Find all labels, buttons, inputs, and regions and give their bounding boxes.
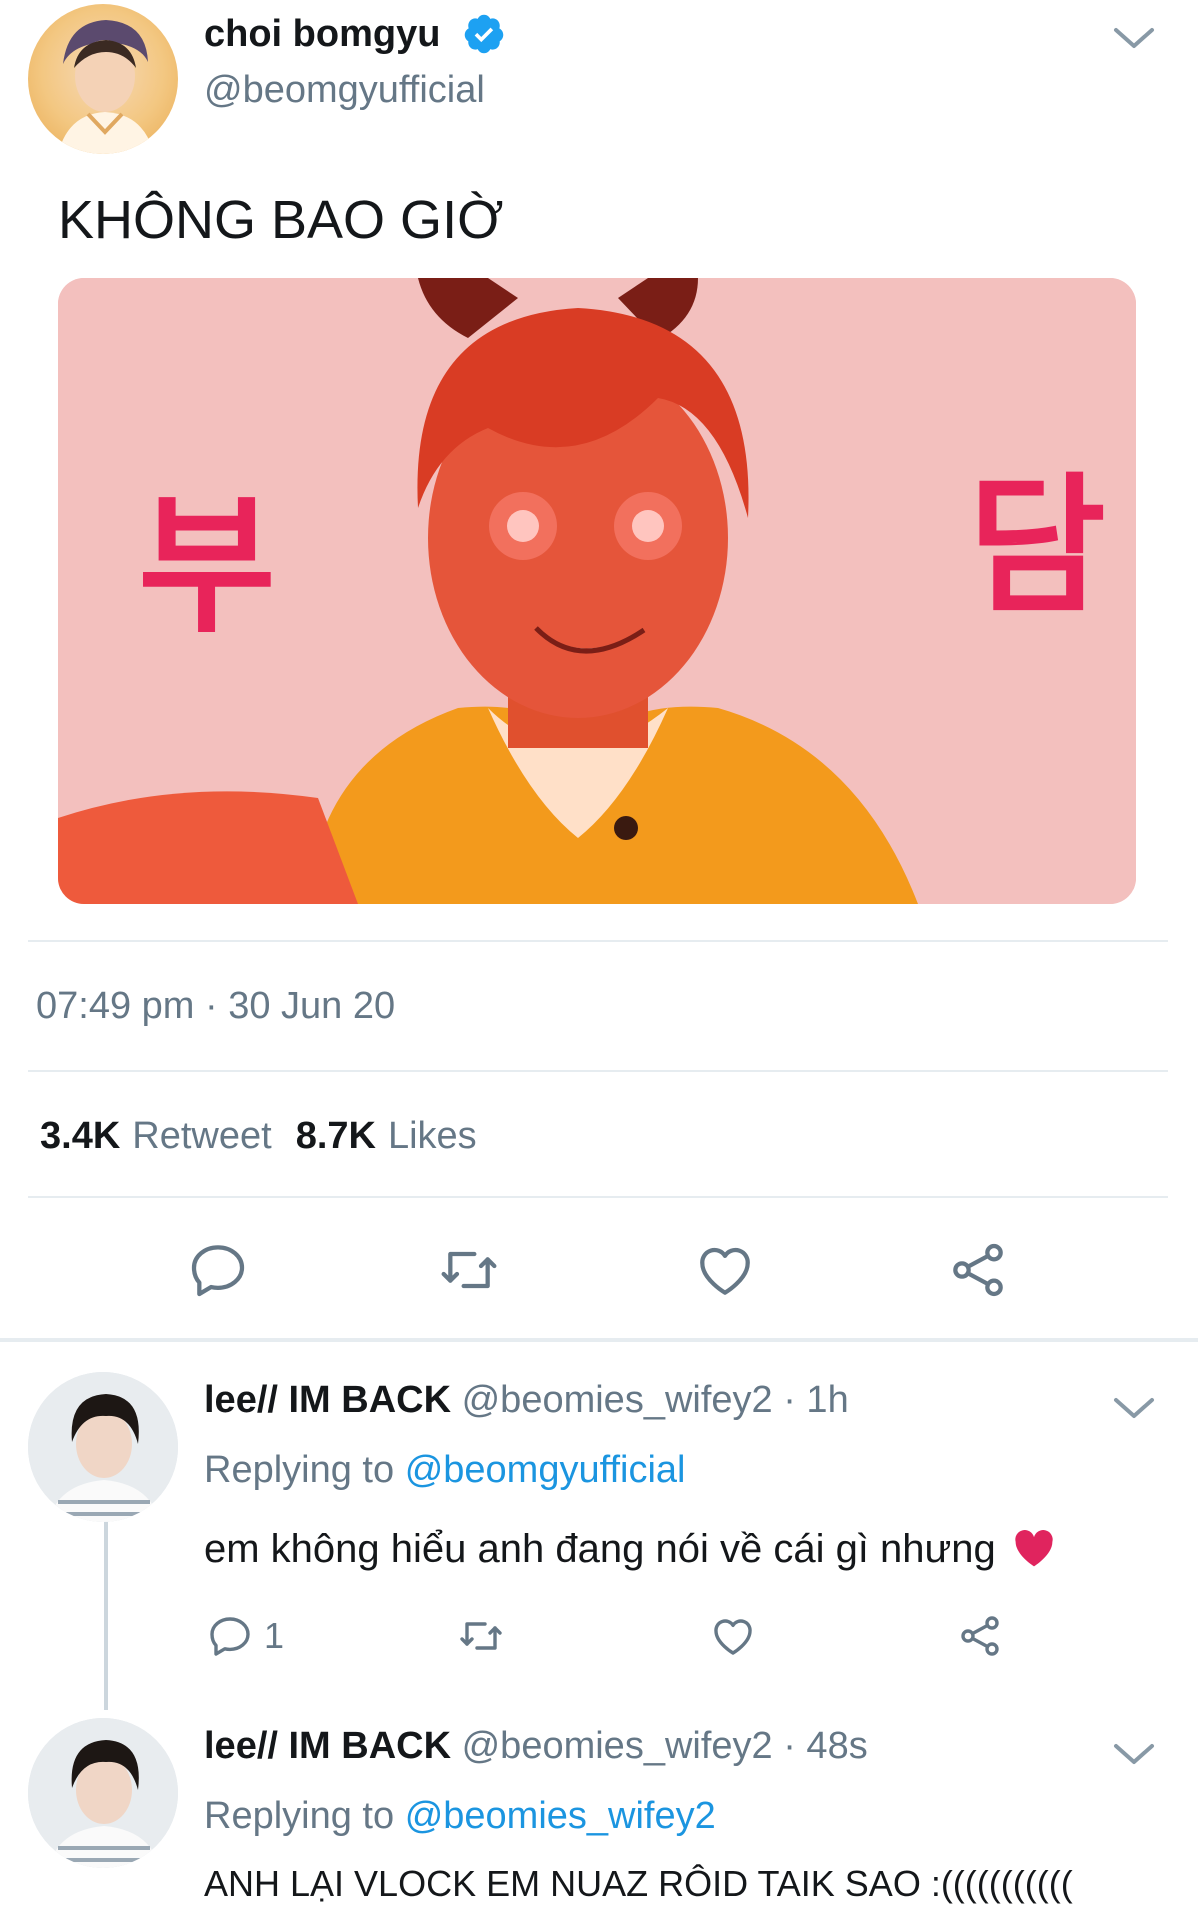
retweet-label[interactable]: Retweet xyxy=(132,1114,271,1158)
reply-icon[interactable] xyxy=(206,1612,254,1660)
author-avatar[interactable] xyxy=(28,4,178,154)
reply-header: lee// IM BACK @beomies_wifey2 · 1h xyxy=(204,1378,849,1422)
share-icon[interactable] xyxy=(946,1238,1010,1307)
image-text-left: 부 xyxy=(138,480,276,654)
replying-to-label: Replying to xyxy=(204,1449,395,1491)
reply-avatar[interactable] xyxy=(28,1372,178,1522)
reply-count: 1 xyxy=(264,1615,285,1656)
divider xyxy=(28,1070,1168,1072)
tweet-stats: 3.4K Retweet 8.7K Likes xyxy=(40,1114,477,1158)
retweet-icon[interactable] xyxy=(436,1238,502,1307)
verified-badge-icon xyxy=(462,12,506,56)
reply-text: em không hiểu anh đang nói về cái gì như… xyxy=(204,1527,996,1571)
reply-display-name[interactable]: lee// IM BACK xyxy=(204,1725,451,1767)
thread-line xyxy=(104,1522,108,1710)
like-label[interactable]: Likes xyxy=(388,1114,477,1158)
heart-emoji xyxy=(1013,1528,1055,1578)
chevron-down-icon[interactable] xyxy=(1112,24,1156,52)
divider xyxy=(28,1196,1168,1198)
reply-text-line: em không hiểu anh đang nói về cái gì như… xyxy=(204,1526,1055,1578)
replying-to-line: Replying to @beomies_wifey2 xyxy=(204,1794,716,1838)
author-display-name[interactable]: choi bomgyu xyxy=(204,12,440,56)
author-handle[interactable]: @beomgyufficial xyxy=(204,68,485,112)
retweet-count[interactable]: 3.4K xyxy=(40,1114,120,1158)
reply-icon[interactable] xyxy=(186,1238,250,1307)
reply-header: lee// IM BACK @beomies_wifey2 · 48s xyxy=(204,1724,868,1768)
like-icon[interactable] xyxy=(692,1238,758,1307)
divider xyxy=(28,940,1168,942)
reply-handle-time[interactable]: @beomies_wifey2 · 1h xyxy=(462,1379,849,1421)
like-icon[interactable] xyxy=(708,1612,758,1665)
reply-avatar[interactable] xyxy=(28,1718,178,1868)
reply-text: ANH LẠI VLOCK EM NUAZ RÔID TAIK SAO :(((… xyxy=(204,1863,1073,1904)
image-text-right: 담 xyxy=(968,460,1106,634)
share-icon[interactable] xyxy=(956,1612,1004,1665)
reply-handle-time[interactable]: @beomies_wifey2 · 48s xyxy=(462,1725,868,1767)
replying-to-link[interactable]: @beomgyufficial xyxy=(405,1449,686,1491)
tweet-media-image[interactable]: 부 담 xyxy=(58,278,1136,904)
section-separator xyxy=(0,1338,1198,1342)
like-count[interactable]: 8.7K xyxy=(296,1114,376,1158)
retweet-icon[interactable] xyxy=(456,1612,506,1665)
chevron-down-icon[interactable] xyxy=(1112,1394,1156,1422)
replying-to-link[interactable]: @beomies_wifey2 xyxy=(405,1795,716,1837)
reply-display-name[interactable]: lee// IM BACK xyxy=(204,1379,451,1421)
chevron-down-icon[interactable] xyxy=(1112,1740,1156,1768)
replying-to-label: Replying to xyxy=(204,1795,395,1837)
tweet-text: KHÔNG BAO GIỜ xyxy=(58,190,504,250)
replying-to-line: Replying to @beomgyufficial xyxy=(204,1448,685,1492)
tweet-timestamp[interactable]: 07:49 pm · 30 Jun 20 xyxy=(36,984,395,1028)
reply-action[interactable]: 1 xyxy=(206,1612,284,1660)
